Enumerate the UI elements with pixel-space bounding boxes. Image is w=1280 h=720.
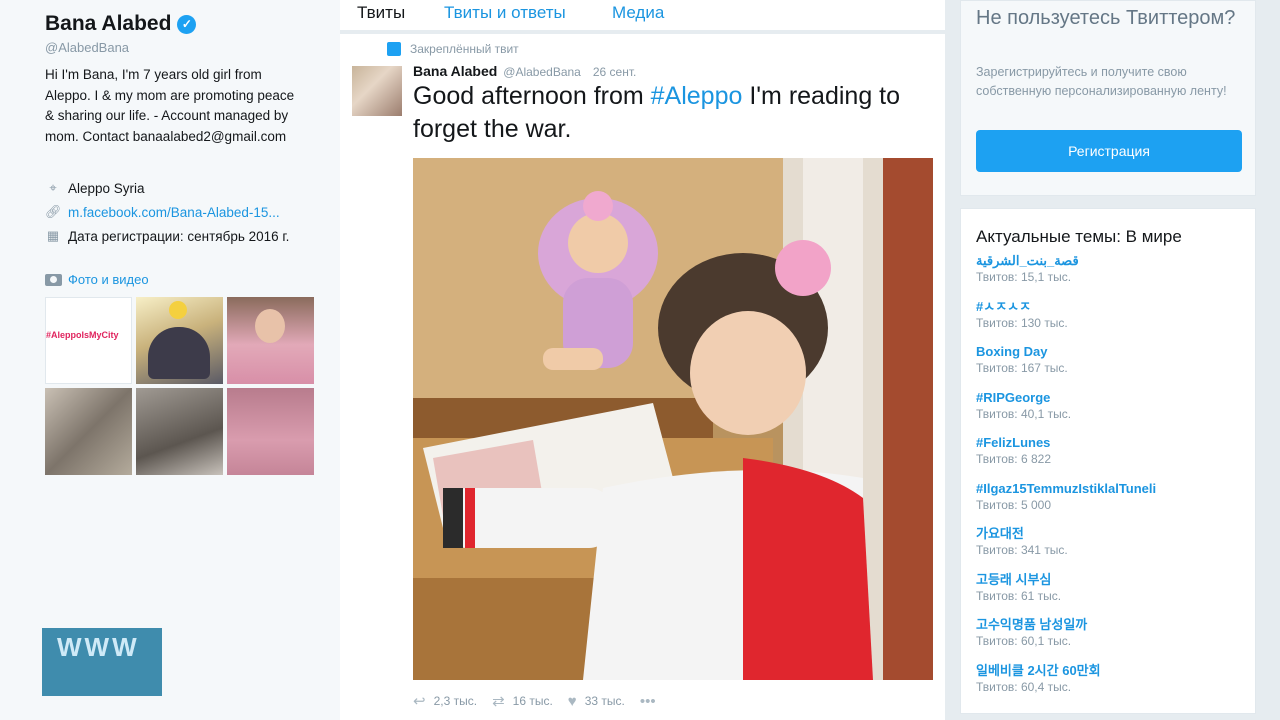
media-thumbnail[interactable]: #AleppoIsMyCity xyxy=(45,297,132,384)
trend-count: Твитов: 60,1 тыс. xyxy=(976,634,1072,648)
pinned-tweet-label: Закреплённый твит xyxy=(387,42,519,56)
trend-item[interactable]: Boxing Day Твитов: 167 тыс. xyxy=(976,344,1156,390)
trend-item[interactable]: #RIPGeorge Твитов: 40,1 тыс. xyxy=(976,390,1156,436)
tab-tweets-replies[interactable]: Твиты и ответы xyxy=(444,0,612,30)
timeline: Закреплённый твит Bana Alabed @AlabedBan… xyxy=(340,34,945,720)
location-pin-icon: ⌖ xyxy=(49,180,57,195)
tweet-text-part: Good afternoon from xyxy=(413,82,651,110)
profile-sidebar: Bana Alabed ✓ @AlabedBana Hi I'm Bana, I… xyxy=(0,0,340,720)
tweet-header: Bana Alabed @AlabedBana 26 сент. xyxy=(413,63,636,79)
trend-count: Твитов: 40,1 тыс. xyxy=(976,406,1072,421)
tab-media[interactable]: Медиа xyxy=(612,0,664,30)
trend-item[interactable]: #Ilgaz15TemmuzIstiklalTuneli Твитов: 5 00… xyxy=(976,481,1156,527)
pinned-text: Закреплённый твит xyxy=(410,42,519,56)
camera-icon xyxy=(45,273,62,286)
location-text: Aleppo Syria xyxy=(68,180,145,196)
trend-name[interactable]: #RIPGeorge xyxy=(976,390,1156,406)
media-thumbnail[interactable] xyxy=(136,388,223,475)
trend-name[interactable]: 고수익명품 남성일까 xyxy=(976,617,1156,633)
photos-videos-link[interactable]: Фото и видео xyxy=(45,272,149,287)
more-icon: ••• xyxy=(639,692,656,710)
media-grid: #AleppoIsMyCity xyxy=(45,297,314,475)
media-thumbnail[interactable] xyxy=(227,297,314,384)
tweet-timestamp[interactable]: 26 сент. xyxy=(593,65,636,79)
trend-item[interactable]: #FelizLunes Твитов: 6 822 xyxy=(976,435,1156,481)
thumbnail-caption: #AleppoIsMyCity xyxy=(46,330,119,340)
photos-videos-label[interactable]: Фото и видео xyxy=(68,272,149,287)
trend-item[interactable]: 가요대전 Твитов: 341 тыс. xyxy=(976,526,1156,572)
trend-name[interactable]: #ㅅㅈㅅㅈ xyxy=(976,299,1156,315)
like-count: 33 тыс. xyxy=(584,694,625,708)
signup-text: Зарегистрируйтесь и получите свою собств… xyxy=(976,65,1227,98)
media-thumbnail[interactable] xyxy=(227,388,314,475)
retweet-count: 16 тыс. xyxy=(512,694,553,708)
trend-count: Твитов: 60,4 тыс. xyxy=(976,679,1072,694)
trend-item[interactable]: #ㅅㅈㅅㅈ Твитов: 130 тыс. xyxy=(976,299,1156,345)
trends-title: Актуальные темы: В мире xyxy=(976,227,1182,246)
trend-item[interactable]: 고수익명품 남성일까 Твитов: 60,1 тыс. xyxy=(976,617,1156,663)
trend-count: Твитов: 341 тыс. xyxy=(976,543,1068,557)
hashtag-link[interactable]: #Aleppo xyxy=(651,82,743,110)
broadcast-watermark: WWW xyxy=(42,628,162,696)
retweet-button[interactable]: ⇄ 16 тыс. xyxy=(492,692,553,710)
retweet-icon: ⇄ xyxy=(492,693,505,710)
trend-count: Твитов: 167 тыс. xyxy=(976,361,1068,375)
joined-text: Дата регистрации: сентябрь 2016 г. xyxy=(68,228,290,244)
media-thumbnail[interactable] xyxy=(45,388,132,475)
tweet-photo[interactable] xyxy=(413,158,933,680)
like-button[interactable]: ♥ 33 тыс. xyxy=(568,693,625,710)
trend-item[interactable]: 일베비클 2시간 60만회 Твитов: 60,4 тыс. xyxy=(976,663,1156,709)
link-icon: 🔗︎ xyxy=(45,204,62,219)
profile-bio: Hi I'm Bana, I'm 7 years old girl from A… xyxy=(45,67,295,144)
trend-count: Твитов: 61 тыс. xyxy=(976,588,1062,603)
trend-name[interactable]: Boxing Day xyxy=(976,344,1156,360)
profile-joined: ▦ Дата регистрации: сентябрь 2016 г. xyxy=(45,228,290,244)
trend-item[interactable]: 고등래 시부심 Твитов: 61 тыс. xyxy=(976,572,1156,618)
tweet-actions: ↩ 2,3 тыс. ⇄ 16 тыс. ♥ 33 тыс. ••• xyxy=(413,692,671,711)
trend-list: قصة_بنت_الشرقية Твитов: 15,1 тыс. #ㅅㅈㅅㅈ Тв… xyxy=(976,253,1156,708)
profile-location: ⌖ Aleppo Syria xyxy=(45,180,145,196)
tweet-author[interactable]: Bana Alabed xyxy=(413,63,497,79)
heart-icon: ♥ xyxy=(567,692,577,710)
tweet-handle[interactable]: @AlabedBana xyxy=(503,65,581,79)
profile-url-link[interactable]: m.facebook.com/Bana-Alabed-15... xyxy=(68,205,280,220)
media-thumbnail[interactable] xyxy=(136,297,223,384)
profile-name-text[interactable]: Bana Alabed xyxy=(45,12,171,36)
reply-button[interactable]: ↩ 2,3 тыс. xyxy=(413,692,477,710)
signup-module: Не пользуетесь Твиттером? Зарегистрируйт… xyxy=(960,0,1256,196)
reply-count: 2,3 тыс. xyxy=(433,694,478,708)
trends-module: Актуальные темы: В мире قصة_بنت_الشرقية Т… xyxy=(960,208,1256,714)
trend-name[interactable]: 고등래 시부심 xyxy=(976,572,1156,588)
trend-count: Твитов: 6 822 xyxy=(976,452,1051,466)
profile-name[interactable]: Bana Alabed ✓ xyxy=(45,12,197,36)
pin-icon xyxy=(387,42,401,56)
profile-tabs: Твиты Твиты и ответы Медиа xyxy=(340,0,945,30)
trend-name[interactable]: 가요대전 xyxy=(976,526,1156,542)
trend-name[interactable]: 일베비클 2시간 60만회 xyxy=(976,663,1156,679)
trend-count: Твитов: 15,1 тыс. xyxy=(976,270,1072,284)
reply-icon: ↩ xyxy=(413,693,426,710)
register-button[interactable]: Регистрация xyxy=(976,130,1242,172)
tweet-photo-illustration xyxy=(413,158,933,680)
calendar-icon: ▦ xyxy=(46,228,60,243)
more-button[interactable]: ••• xyxy=(640,693,656,710)
trend-name[interactable]: #FelizLunes xyxy=(976,435,1156,451)
trend-name[interactable]: #Ilgaz15TemmuzIstiklalTuneli xyxy=(976,481,1156,497)
tab-tweets[interactable]: Твиты xyxy=(357,0,444,30)
trend-count: Твитов: 130 тыс. xyxy=(976,315,1068,330)
avatar[interactable] xyxy=(352,66,402,116)
tweet-text: Good afternoon from #Aleppo I'm reading … xyxy=(413,80,933,146)
trend-name[interactable]: قصة_بنت_الشرقية xyxy=(976,253,1156,269)
verified-badge-icon: ✓ xyxy=(177,14,197,34)
profile-link[interactable]: 🔗︎ m.facebook.com/Bana-Alabed-15... xyxy=(45,204,280,220)
trend-item[interactable]: قصة_بنت_الشرقية Твитов: 15,1 тыс. xyxy=(976,253,1156,299)
signup-title: Не пользуетесь Твиттером? xyxy=(976,7,1236,29)
trend-count: Твитов: 5 000 xyxy=(976,497,1051,512)
profile-handle[interactable]: @AlabedBana xyxy=(45,40,129,55)
